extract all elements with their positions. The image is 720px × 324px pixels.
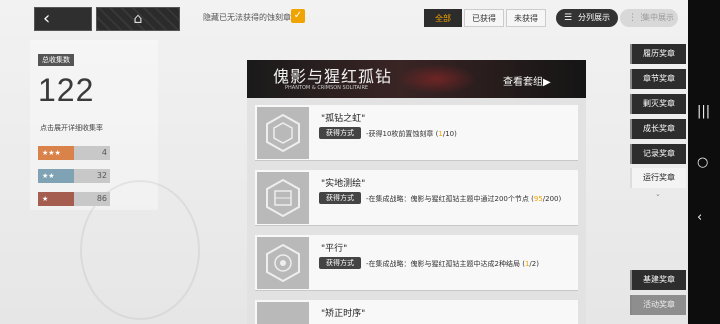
nav-growth-medals[interactable]: 成长奖章	[630, 119, 686, 139]
total-collected-count[interactable]: 122	[38, 72, 94, 109]
nav-log-medals[interactable]: 记录奖章	[630, 144, 686, 164]
home-button[interactable]: ⌂	[96, 7, 180, 31]
nav-chapter-medals[interactable]: 章节奖章	[630, 69, 686, 89]
medal-title: "平行"	[321, 244, 348, 254]
tier-count: 86	[96, 194, 107, 203]
total-collected-label: 总收集数	[38, 54, 74, 66]
nav-record-medals[interactable]: 履历奖章	[630, 44, 686, 64]
banner-subtitle: PHANTOM & CRIMSON SOLITAIRE	[285, 85, 369, 91]
check-icon: ✓	[293, 10, 303, 21]
view-set-link[interactable]: 查看套组▶	[503, 73, 551, 88]
nav-event-medals[interactable]: 活动奖章	[630, 295, 686, 315]
tier-count: 32	[96, 171, 107, 180]
merge-view-button[interactable]: ⋮⋮ 集中展示	[620, 9, 678, 27]
one-star-icon: ★	[38, 192, 74, 206]
filter-obtained-button[interactable]: 已获得	[464, 9, 504, 27]
medal-title: "矫正时序"	[321, 309, 366, 319]
filter-unobtained-button[interactable]: 未获得	[506, 9, 546, 27]
hide-unobtainable-checkbox[interactable]: ✓	[291, 9, 305, 23]
chevron-down-icon: ⌄	[655, 190, 661, 198]
split-view-label: 分列展示	[578, 13, 610, 22]
progress-done: 95	[533, 195, 543, 203]
back-button[interactable]: ‹	[34, 7, 92, 31]
medal-requirement: -在集成战略：傀影与猩红孤钻主题中通过200个节点	[366, 195, 529, 203]
nav-base-medals[interactable]: 基建奖章	[630, 270, 686, 290]
recent-apps-icon[interactable]: |||	[697, 104, 710, 119]
tier-1star-row: ★ 86	[38, 192, 110, 206]
medal-description: -在集成战略：傀影与猩红孤钻主题中通过200个节点 (95/200)	[366, 194, 566, 205]
obtain-method-tag: 获得方式	[319, 257, 361, 269]
home-circle-icon[interactable]: ○	[697, 155, 708, 170]
device-navigation-bar: ||| ○ ‹	[688, 0, 720, 324]
app-window: ‹ ⌂ 隐藏已无法获得的蚀刻章 ✓ 全部 已获得 未获得 ☰ 分列展示 ⋮⋮ 集…	[0, 0, 688, 324]
tier-3star-row: ★★★ 4	[38, 146, 110, 160]
progress-total: /2)	[529, 260, 539, 268]
tier-count: 4	[101, 148, 107, 157]
split-view-button[interactable]: ☰ 分列展示	[556, 9, 618, 27]
expand-rate-hint: 点击展开详细收集率	[40, 124, 103, 132]
two-star-icon: ★★	[38, 169, 74, 183]
obtain-method-tag: 获得方式	[319, 192, 361, 204]
medal-icon-frame	[257, 172, 309, 224]
medal-description: -在集成战略：傀影与猩红孤钻主题中达成2种结局 (1/2)	[366, 259, 566, 270]
medal-row[interactable]: "实地测绘" 获得方式 -在集成战略：傀影与猩红孤钻主题中通过200个节点 (9…	[255, 170, 578, 226]
top-bar: ‹ ⌂ 隐藏已无法获得的蚀刻章 ✓ 全部 已获得 未获得 ☰ 分列展示 ⋮⋮ 集…	[0, 0, 688, 34]
banner-artwork	[397, 64, 477, 94]
medal-title: "孤钻之虹"	[321, 114, 366, 124]
hexagon-medal-icon	[266, 113, 300, 153]
nav-annihilation-medals[interactable]: 剿灭奖章	[630, 94, 686, 114]
medal-set-banner: 傀影与猩红孤钻 PHANTOM & CRIMSON SOLITAIRE 查看套组…	[247, 60, 586, 98]
three-star-icon: ★★★	[38, 146, 74, 160]
medal-title: "实地测绘"	[321, 179, 366, 189]
medal-requirement: -在集成战略：傀影与猩红孤钻主题中达成2种结局	[366, 260, 520, 268]
hide-unobtainable-label: 隐藏已无法获得的蚀刻章	[203, 13, 291, 22]
back-arrow-icon: ‹	[43, 8, 51, 29]
progress-total: /10)	[442, 130, 457, 138]
obtain-method-tag: 获得方式	[319, 127, 361, 139]
merge-view-label: 集中展示	[642, 13, 674, 22]
medal-icon-frame	[257, 237, 309, 289]
medal-icon-frame	[257, 107, 309, 159]
nav-back-icon[interactable]: ‹	[697, 210, 702, 225]
medal-icon-frame	[257, 302, 309, 324]
ornate-medal-icon	[266, 243, 300, 283]
banner-title: 傀影与猩红孤钻	[273, 67, 393, 86]
nav-operation-medals[interactable]: 运行奖章	[630, 168, 686, 188]
tier-2star-row: ★★ 32	[38, 169, 110, 183]
filter-all-button[interactable]: 全部	[424, 9, 462, 27]
medal-row[interactable]: "矫正时序"	[255, 300, 578, 324]
home-icon: ⌂	[133, 11, 143, 27]
medal-row[interactable]: "孤钻之虹" 获得方式 -获得10枚前置蚀刻章 (1/10)	[255, 105, 578, 161]
medal-description: -获得10枚前置蚀刻章 (1/10)	[366, 129, 566, 140]
grid-icon: ⋮⋮	[628, 13, 646, 23]
map-medal-icon	[266, 178, 300, 218]
medal-requirement: -获得10枚前置蚀刻章	[366, 130, 434, 138]
progress-total: /200)	[542, 195, 562, 203]
list-icon: ☰	[564, 13, 573, 23]
medal-row[interactable]: "平行" 获得方式 -在集成战略：傀影与猩红孤钻主题中达成2种结局 (1/2)	[255, 235, 578, 291]
